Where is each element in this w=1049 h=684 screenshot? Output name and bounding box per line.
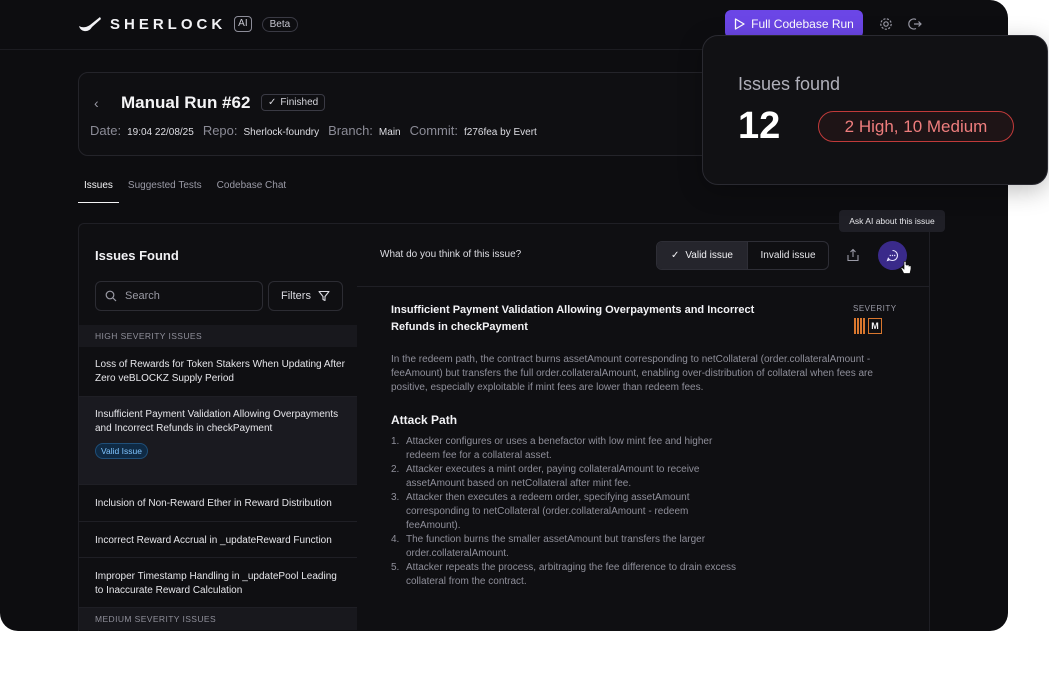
- issue-description: In the redeem path, the contract burns a…: [391, 354, 873, 393]
- tab-issues[interactable]: Issues: [78, 180, 119, 203]
- full-codebase-run-button[interactable]: Full Codebase Run: [725, 10, 863, 38]
- severity-bar: [854, 318, 856, 334]
- issue-title: Loss of Rewards for Token Stakers When U…: [95, 359, 345, 384]
- logo-text: SHERLOCK: [110, 15, 227, 33]
- issues-count: 12: [738, 105, 781, 147]
- logout-icon[interactable]: [908, 17, 922, 31]
- severity-bar: [863, 318, 865, 334]
- invalid-issue-label: Invalid issue: [760, 250, 816, 261]
- attack-path-heading: Attack Path: [391, 413, 458, 427]
- search-icon: [105, 290, 117, 302]
- gear-icon[interactable]: [879, 17, 893, 31]
- attack-path-steps: 1. Attacker configures or uses a benefact…: [391, 435, 741, 589]
- feedback-question: What do you think of this issue?: [380, 249, 522, 260]
- attack-step: 1. Attacker configures or uses a benefact…: [391, 435, 741, 463]
- tab-suggested-tests[interactable]: Suggested Tests: [122, 180, 208, 203]
- attack-step-text: Attacker repeats the process, arbitragin…: [406, 562, 736, 587]
- run-meta: Date: 19:04 22/08/25 Repo: Sherlock-foun…: [90, 123, 537, 138]
- status-label: Finished: [280, 97, 319, 108]
- valid-issue-button[interactable]: ✓ Valid issue: [657, 242, 747, 269]
- filter-icon: [318, 290, 330, 302]
- check-icon: ✓: [268, 97, 277, 108]
- issues-found-label: Issues found: [738, 74, 841, 94]
- attack-step: 5. Attacker repeats the process, arbitrag…: [391, 561, 741, 589]
- issue-detail-panel: What do you think of this issue? ✓ Valid…: [357, 223, 930, 631]
- attack-step-text: Attacker then executes a redeem order, s…: [406, 492, 690, 531]
- filters-label: Filters: [281, 290, 311, 302]
- severity-label: SEVERITY: [853, 304, 897, 313]
- repo-label: Repo:: [202, 123, 238, 138]
- filters-button[interactable]: Filters: [268, 281, 343, 311]
- issue-list-item[interactable]: Incorrect Reward Accrual in _updateRewar…: [79, 522, 357, 558]
- share-icon[interactable]: [846, 248, 860, 262]
- chat-bubble-icon: [886, 249, 898, 262]
- issue-list-item-selected[interactable]: Insufficient Payment Validation Allowing…: [79, 397, 357, 485]
- issue-title: Inclusion of Non-Reward Ether in Reward …: [95, 498, 332, 509]
- issue-list-item[interactable]: Improper Timestamp Handling in _updatePo…: [79, 558, 357, 608]
- branch-value: Main: [378, 127, 401, 138]
- attack-step: 4. The function burns the smaller assetAm…: [391, 533, 741, 561]
- severity-value: M: [868, 318, 882, 334]
- repo-value: Sherlock-foundry: [243, 127, 320, 138]
- commit-value: f276fea by Evert: [464, 127, 537, 138]
- attack-step-text: Attacker configures or uses a benefactor…: [406, 436, 713, 461]
- issues-summary-card: Issues found 12 2 High, 10 Medium: [702, 35, 1048, 185]
- issue-title: Insufficient Payment Validation Allowing…: [95, 409, 339, 434]
- status-badge: ✓ Finished: [261, 94, 326, 111]
- run-button-label: Full Codebase Run: [751, 17, 854, 31]
- medium-severity-header: MEDIUM SEVERITY ISSUES: [79, 608, 357, 630]
- valid-issue-label: Valid issue: [685, 250, 733, 261]
- pipe-logo-icon: [79, 17, 101, 32]
- validity-toggle: ✓ Valid issue Invalid issue: [656, 241, 829, 270]
- logo[interactable]: SHERLOCK AI Beta: [78, 14, 299, 34]
- attack-step: 2. Attacker executes a mint order, paying…: [391, 463, 741, 491]
- issue-title: Improper Timestamp Handling in _updatePo…: [95, 571, 337, 596]
- severity-breakdown-pill: 2 High, 10 Medium: [818, 111, 1014, 142]
- back-chevron-icon[interactable]: ‹: [94, 95, 99, 111]
- check-icon: ✓: [670, 250, 680, 261]
- tab-codebase-chat[interactable]: Codebase Chat: [211, 180, 293, 203]
- play-icon: [734, 18, 745, 30]
- issue-detail-title: Insufficient Payment Validation Allowing…: [391, 304, 755, 333]
- tab-bar: Issues Suggested Tests Codebase Chat: [78, 180, 295, 203]
- issue-list-item[interactable]: Loss of Rewards for Token Stakers When U…: [79, 347, 357, 397]
- severity-bar: [860, 318, 862, 334]
- attack-step-text: The function burns the smaller assetAmou…: [406, 534, 706, 559]
- ask-ai-tooltip: Ask AI about this issue: [839, 210, 945, 232]
- divider: [357, 286, 929, 287]
- issue-list-item[interactable]: Inclusion of Non-Reward Ether in Reward …: [79, 485, 357, 522]
- run-title: Manual Run #62: [121, 93, 251, 112]
- logo-ai-mark: AI: [234, 16, 252, 32]
- severity-bar: [857, 318, 859, 334]
- issue-title: Incorrect Reward Accrual in _updateRewar…: [95, 535, 332, 546]
- search-placeholder: Search: [125, 290, 160, 302]
- branch-label: Branch:: [328, 123, 373, 138]
- beta-badge: Beta: [261, 16, 299, 32]
- issues-list-panel: Issues Found Search Filters HIGH SEVERIT…: [78, 223, 358, 631]
- commit-label: Commit:: [409, 123, 458, 138]
- attack-step: 3. Attacker then executes a redeem order,…: [391, 491, 741, 533]
- invalid-issue-button[interactable]: Invalid issue: [747, 242, 828, 269]
- search-input[interactable]: Search: [95, 281, 263, 311]
- hand-cursor-icon: [900, 261, 912, 274]
- valid-issue-badge: Valid Issue: [95, 443, 148, 459]
- attack-step-text: Attacker executes a mint order, paying c…: [406, 464, 700, 489]
- date-label: Date:: [90, 123, 122, 138]
- date-value: 19:04 22/08/25: [127, 127, 194, 138]
- tooltip-text: Ask AI about this issue: [849, 216, 935, 226]
- severity-indicator: M: [854, 318, 882, 334]
- high-severity-header: HIGH SEVERITY ISSUES: [79, 325, 357, 347]
- issues-panel-title: Issues Found: [95, 248, 179, 263]
